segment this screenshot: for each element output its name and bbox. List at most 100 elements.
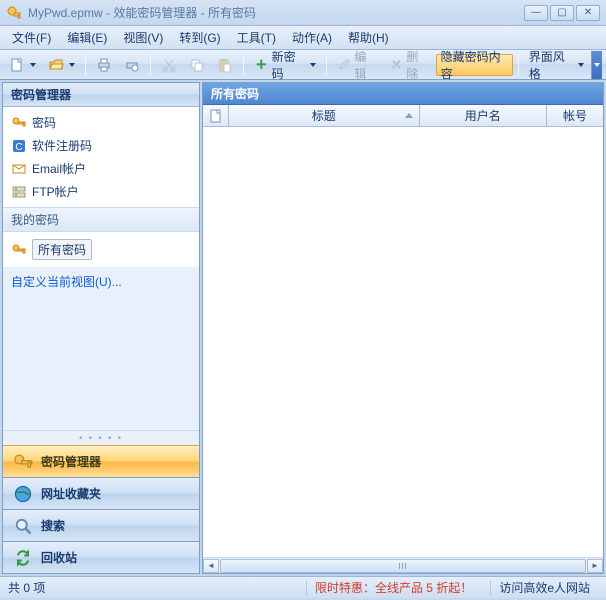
sidebar-header: 密码管理器: [3, 83, 199, 107]
nav-label: 搜索: [41, 517, 65, 534]
menu-view[interactable]: 视图(V): [115, 26, 171, 49]
nav-password-manager[interactable]: 密码管理器: [3, 445, 199, 477]
cut-icon: [161, 57, 177, 73]
edit-label: 编辑: [354, 48, 376, 82]
page-icon: [210, 109, 222, 123]
plus-icon: [254, 57, 269, 73]
ftp-icon: [11, 184, 27, 200]
hide-password-button[interactable]: 隐藏密码内容: [436, 54, 513, 76]
folder-open-icon: [48, 57, 64, 73]
scroll-right-button[interactable]: ►: [587, 559, 603, 573]
window-controls: — ▢ ✕: [524, 5, 600, 21]
sidebar: 密码管理器 密码 C 软件注册码 Email帐户 FTP帐户 我的密码: [2, 82, 200, 574]
scroll-left-button[interactable]: ◄: [203, 559, 219, 573]
col-user-label: 用户名: [465, 107, 501, 124]
sidebar-item-all-passwords[interactable]: 所有密码: [3, 236, 199, 263]
delete-x-icon: [389, 57, 404, 73]
sidebar-subheader: 我的密码: [3, 207, 199, 232]
sidebar-item-label: Email帐户: [32, 160, 86, 177]
key-icon: [11, 115, 27, 131]
col-icon[interactable]: [203, 105, 229, 126]
print-icon: [96, 57, 112, 73]
copy-button[interactable]: [184, 54, 210, 76]
sidebar-item-software[interactable]: C 软件注册码: [3, 134, 199, 157]
sidebar-item-label: FTP帐户: [32, 183, 79, 200]
col-user[interactable]: 用户名: [420, 105, 547, 126]
sidebar-item-label: 密码: [32, 114, 56, 131]
key-icon: [11, 242, 27, 258]
print-button[interactable]: [91, 54, 117, 76]
menu-file[interactable]: 文件(F): [4, 26, 59, 49]
pencil-icon: [337, 57, 352, 73]
sidebar-my-tree: 所有密码: [3, 232, 199, 267]
new-doc-button[interactable]: [4, 54, 41, 76]
sidebar-item-label: 所有密码: [32, 239, 92, 260]
main-area: 密码管理器 密码 C 软件注册码 Email帐户 FTP帐户 我的密码: [0, 80, 606, 576]
edit-button[interactable]: 编辑: [332, 54, 382, 76]
content-header: 所有密码: [203, 83, 603, 105]
print-preview-icon: [124, 57, 140, 73]
nav-search[interactable]: 搜索: [3, 509, 199, 541]
hide-password-label: 隐藏密码内容: [441, 48, 508, 82]
col-title-label: 标题: [312, 107, 336, 124]
status-promo[interactable]: 限时特惠：全线产品 5 折起！: [306, 580, 480, 596]
titlebar: MyPwd.epmw - 效能密码管理器 - 所有密码 — ▢ ✕: [0, 0, 606, 26]
grid-header: 标题 用户名 帐号: [203, 105, 603, 127]
menu-help[interactable]: 帮助(H): [340, 26, 397, 49]
page-new-icon: [9, 57, 25, 73]
col-account-label: 帐号: [563, 107, 587, 124]
ui-style-button[interactable]: 界面风格: [524, 54, 589, 76]
customize-view-link[interactable]: 自定义当前视图(U)...: [3, 267, 199, 296]
maximize-button[interactable]: ▢: [550, 5, 574, 21]
nav-label: 密码管理器: [41, 453, 101, 470]
delete-label: 删除: [406, 48, 428, 82]
nav-label: 网址收藏夹: [41, 485, 101, 502]
content-pane: 所有密码 标题 用户名 帐号 ◄ ►: [202, 82, 604, 574]
toolbar: 新密码 编辑 删除 隐藏密码内容 界面风格: [0, 50, 606, 80]
app-icon: [6, 5, 22, 21]
statusbar: 共 0 项 限时特惠：全线产品 5 折起！ 访问高效e人网站: [0, 576, 606, 598]
col-account[interactable]: 帐号: [547, 105, 603, 126]
search-icon: [13, 516, 33, 536]
menubar: 文件(F) 编辑(E) 视图(V) 转到(G) 工具(T) 动作(A) 帮助(H…: [0, 26, 606, 50]
sidebar-item-ftp[interactable]: FTP帐户: [3, 180, 199, 203]
ui-style-label: 界面风格: [529, 48, 573, 82]
delete-button[interactable]: 删除: [384, 54, 434, 76]
scroll-thumb[interactable]: [220, 559, 586, 573]
key-icon: [13, 452, 33, 472]
window-title: MyPwd.epmw - 效能密码管理器 - 所有密码: [28, 4, 524, 21]
email-icon: [11, 161, 27, 177]
sidebar-spacer: [3, 296, 199, 430]
svg-text:C: C: [15, 142, 22, 153]
close-button[interactable]: ✕: [576, 5, 600, 21]
sort-asc-icon: [405, 113, 413, 118]
nav-favorites[interactable]: 网址收藏夹: [3, 477, 199, 509]
grid-body[interactable]: [203, 127, 603, 557]
sidebar-item-email[interactable]: Email帐户: [3, 157, 199, 180]
toolbar-overflow-button[interactable]: [591, 51, 602, 79]
software-icon: C: [11, 138, 27, 154]
sidebar-grip[interactable]: • • • • •: [3, 430, 199, 445]
menu-goto[interactable]: 转到(G): [171, 26, 228, 49]
menu-edit[interactable]: 编辑(E): [59, 26, 115, 49]
open-folder-button[interactable]: [43, 54, 80, 76]
new-password-button[interactable]: 新密码: [249, 54, 321, 76]
minimize-button[interactable]: —: [524, 5, 548, 21]
print-preview-button[interactable]: [119, 54, 145, 76]
sidebar-item-label: 软件注册码: [32, 137, 92, 154]
menu-action[interactable]: 动作(A): [284, 26, 340, 49]
sidebar-item-password[interactable]: 密码: [3, 111, 199, 134]
status-site-link[interactable]: 访问高效e人网站: [490, 580, 598, 596]
status-count: 共 0 项: [8, 579, 45, 596]
cut-button[interactable]: [156, 54, 182, 76]
recycle-icon: [13, 548, 33, 568]
paste-button[interactable]: [212, 54, 238, 76]
sidebar-tree: 密码 C 软件注册码 Email帐户 FTP帐户: [3, 107, 199, 207]
horizontal-scrollbar[interactable]: ◄ ►: [203, 557, 603, 573]
menu-tools[interactable]: 工具(T): [229, 26, 284, 49]
col-title[interactable]: 标题: [229, 105, 420, 126]
paste-icon: [217, 57, 233, 73]
globe-icon: [13, 484, 33, 504]
nav-label: 回收站: [41, 549, 77, 566]
nav-recycle[interactable]: 回收站: [3, 541, 199, 573]
